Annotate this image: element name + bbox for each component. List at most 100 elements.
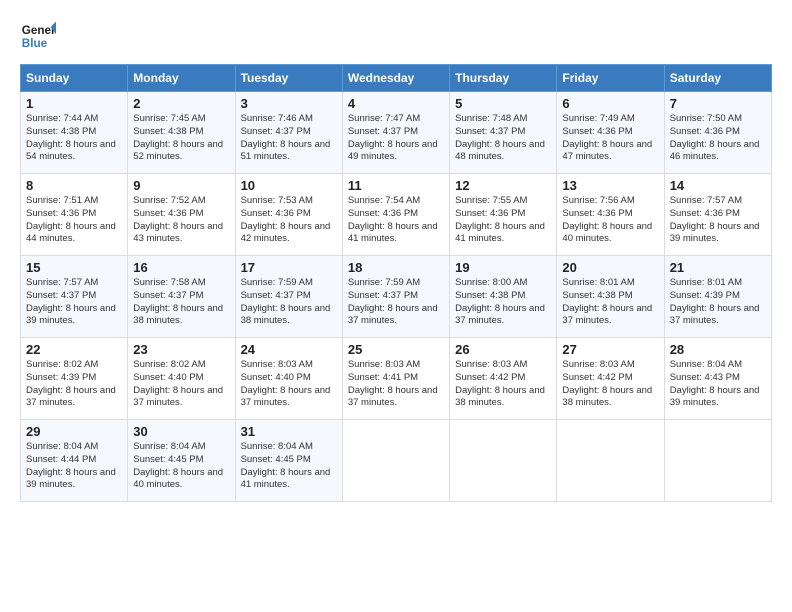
calendar-cell: 24 Sunrise: 8:03 AMSunset: 4:40 PMDayligh… <box>235 338 342 420</box>
calendar-cell <box>342 420 449 502</box>
day-number: 28 <box>670 342 766 357</box>
cell-info: Sunrise: 8:03 AMSunset: 4:42 PMDaylight:… <box>562 359 658 410</box>
calendar-cell: 25 Sunrise: 8:03 AMSunset: 4:41 PMDayligh… <box>342 338 449 420</box>
day-number: 23 <box>133 342 229 357</box>
cell-info: Sunrise: 7:56 AMSunset: 4:36 PMDaylight:… <box>562 195 658 246</box>
cell-info: Sunrise: 7:52 AMSunset: 4:36 PMDaylight:… <box>133 195 229 246</box>
cell-info: Sunrise: 8:04 AMSunset: 4:45 PMDaylight:… <box>133 441 229 492</box>
cell-info: Sunrise: 8:01 AMSunset: 4:38 PMDaylight:… <box>562 277 658 328</box>
day-number: 15 <box>26 260 122 275</box>
day-number: 5 <box>455 96 551 111</box>
day-number: 8 <box>26 178 122 193</box>
calendar-cell: 17 Sunrise: 7:59 AMSunset: 4:37 PMDayligh… <box>235 256 342 338</box>
cell-info: Sunrise: 7:57 AMSunset: 4:36 PMDaylight:… <box>670 195 766 246</box>
day-number: 25 <box>348 342 444 357</box>
cell-info: Sunrise: 8:04 AMSunset: 4:45 PMDaylight:… <box>241 441 337 492</box>
calendar-cell: 27 Sunrise: 8:03 AMSunset: 4:42 PMDayligh… <box>557 338 664 420</box>
dow-header: Tuesday <box>235 65 342 92</box>
calendar-week-row: 8 Sunrise: 7:51 AMSunset: 4:36 PMDaylight… <box>21 174 772 256</box>
calendar-cell: 1Sunrise: 7:44 AMSunset: 4:38 PMDaylight… <box>21 92 128 174</box>
cell-info: Sunrise: 7:50 AMSunset: 4:36 PMDaylight:… <box>670 113 766 164</box>
calendar-cell: 14 Sunrise: 7:57 AMSunset: 4:36 PMDayligh… <box>664 174 771 256</box>
calendar-cell: 13Sunrise: 7:56 AMSunset: 4:36 PMDayligh… <box>557 174 664 256</box>
day-number: 31 <box>241 424 337 439</box>
cell-info: Sunrise: 8:04 AMSunset: 4:44 PMDaylight:… <box>26 441 122 492</box>
calendar-cell: 21 Sunrise: 8:01 AMSunset: 4:39 PMDayligh… <box>664 256 771 338</box>
day-number: 17 <box>241 260 337 275</box>
calendar-cell: 10Sunrise: 7:53 AMSunset: 4:36 PMDayligh… <box>235 174 342 256</box>
calendar-cell: 23 Sunrise: 8:02 AMSunset: 4:40 PMDayligh… <box>128 338 235 420</box>
day-number: 19 <box>455 260 551 275</box>
calendar-body: 1Sunrise: 7:44 AMSunset: 4:38 PMDaylight… <box>21 92 772 502</box>
calendar-cell: 11 Sunrise: 7:54 AMSunset: 4:36 PMDayligh… <box>342 174 449 256</box>
day-number: 29 <box>26 424 122 439</box>
cell-info: Sunrise: 7:59 AMSunset: 4:37 PMDaylight:… <box>348 277 444 328</box>
calendar-cell: 30Sunrise: 8:04 AMSunset: 4:45 PMDayligh… <box>128 420 235 502</box>
calendar-cell: 22 Sunrise: 8:02 AMSunset: 4:39 PMDayligh… <box>21 338 128 420</box>
cell-info: Sunrise: 7:51 AMSunset: 4:36 PMDaylight:… <box>26 195 122 246</box>
cell-info: Sunrise: 7:45 AMSunset: 4:38 PMDaylight:… <box>133 113 229 164</box>
dow-header: Saturday <box>664 65 771 92</box>
svg-text:General: General <box>22 24 56 37</box>
day-number: 18 <box>348 260 444 275</box>
calendar-week-row: 22 Sunrise: 8:02 AMSunset: 4:39 PMDayligh… <box>21 338 772 420</box>
day-number: 12 <box>455 178 551 193</box>
calendar-cell: 16 Sunrise: 7:58 AMSunset: 4:37 PMDayligh… <box>128 256 235 338</box>
calendar-cell: 31 Sunrise: 8:04 AMSunset: 4:45 PMDayligh… <box>235 420 342 502</box>
cell-info: Sunrise: 8:00 AMSunset: 4:38 PMDaylight:… <box>455 277 551 328</box>
day-number: 3 <box>241 96 337 111</box>
page: General Blue SundayMondayTuesdayWednesda… <box>0 0 792 612</box>
day-number: 11 <box>348 178 444 193</box>
cell-info: Sunrise: 7:58 AMSunset: 4:37 PMDaylight:… <box>133 277 229 328</box>
cell-info: Sunrise: 7:54 AMSunset: 4:36 PMDaylight:… <box>348 195 444 246</box>
calendar-cell: 5 Sunrise: 7:48 AMSunset: 4:37 PMDaylight… <box>450 92 557 174</box>
calendar-cell: 6 Sunrise: 7:49 AMSunset: 4:36 PMDaylight… <box>557 92 664 174</box>
calendar-cell: 18 Sunrise: 7:59 AMSunset: 4:37 PMDayligh… <box>342 256 449 338</box>
calendar-week-row: 15Sunrise: 7:57 AMSunset: 4:37 PMDayligh… <box>21 256 772 338</box>
calendar-week-row: 1Sunrise: 7:44 AMSunset: 4:38 PMDaylight… <box>21 92 772 174</box>
cell-info: Sunrise: 8:02 AMSunset: 4:39 PMDaylight:… <box>26 359 122 410</box>
day-number: 6 <box>562 96 658 111</box>
cell-info: Sunrise: 7:59 AMSunset: 4:37 PMDaylight:… <box>241 277 337 328</box>
days-of-week-row: SundayMondayTuesdayWednesdayThursdayFrid… <box>21 65 772 92</box>
cell-info: Sunrise: 8:04 AMSunset: 4:43 PMDaylight:… <box>670 359 766 410</box>
cell-info: Sunrise: 7:44 AMSunset: 4:38 PMDaylight:… <box>26 113 122 164</box>
calendar-cell: 8 Sunrise: 7:51 AMSunset: 4:36 PMDaylight… <box>21 174 128 256</box>
cell-info: Sunrise: 8:03 AMSunset: 4:40 PMDaylight:… <box>241 359 337 410</box>
calendar-cell: 26Sunrise: 8:03 AMSunset: 4:42 PMDayligh… <box>450 338 557 420</box>
calendar-week-row: 29 Sunrise: 8:04 AMSunset: 4:44 PMDayligh… <box>21 420 772 502</box>
cell-info: Sunrise: 7:55 AMSunset: 4:36 PMDaylight:… <box>455 195 551 246</box>
day-number: 27 <box>562 342 658 357</box>
day-number: 22 <box>26 342 122 357</box>
calendar-cell: 19 Sunrise: 8:00 AMSunset: 4:38 PMDayligh… <box>450 256 557 338</box>
dow-header: Wednesday <box>342 65 449 92</box>
cell-info: Sunrise: 7:49 AMSunset: 4:36 PMDaylight:… <box>562 113 658 164</box>
dow-header: Monday <box>128 65 235 92</box>
dow-header: Sunday <box>21 65 128 92</box>
day-number: 14 <box>670 178 766 193</box>
logo-icon: General Blue <box>20 18 56 54</box>
cell-info: Sunrise: 7:48 AMSunset: 4:37 PMDaylight:… <box>455 113 551 164</box>
day-number: 16 <box>133 260 229 275</box>
day-number: 20 <box>562 260 658 275</box>
day-number: 7 <box>670 96 766 111</box>
cell-info: Sunrise: 8:02 AMSunset: 4:40 PMDaylight:… <box>133 359 229 410</box>
cell-info: Sunrise: 8:03 AMSunset: 4:42 PMDaylight:… <box>455 359 551 410</box>
cell-info: Sunrise: 7:53 AMSunset: 4:36 PMDaylight:… <box>241 195 337 246</box>
calendar-cell: 9 Sunrise: 7:52 AMSunset: 4:36 PMDaylight… <box>128 174 235 256</box>
dow-header: Thursday <box>450 65 557 92</box>
day-number: 9 <box>133 178 229 193</box>
calendar-cell: 3Sunrise: 7:46 AMSunset: 4:37 PMDaylight… <box>235 92 342 174</box>
cell-info: Sunrise: 8:03 AMSunset: 4:41 PMDaylight:… <box>348 359 444 410</box>
calendar-cell <box>664 420 771 502</box>
calendar-cell: 2 Sunrise: 7:45 AMSunset: 4:38 PMDaylight… <box>128 92 235 174</box>
day-number: 24 <box>241 342 337 357</box>
cell-info: Sunrise: 8:01 AMSunset: 4:39 PMDaylight:… <box>670 277 766 328</box>
calendar-cell: 15Sunrise: 7:57 AMSunset: 4:37 PMDayligh… <box>21 256 128 338</box>
svg-text:Blue: Blue <box>22 37 48 50</box>
day-number: 2 <box>133 96 229 111</box>
dow-header: Friday <box>557 65 664 92</box>
day-number: 21 <box>670 260 766 275</box>
calendar-cell: 4Sunrise: 7:47 AMSunset: 4:37 PMDaylight… <box>342 92 449 174</box>
calendar-table: SundayMondayTuesdayWednesdayThursdayFrid… <box>20 64 772 502</box>
